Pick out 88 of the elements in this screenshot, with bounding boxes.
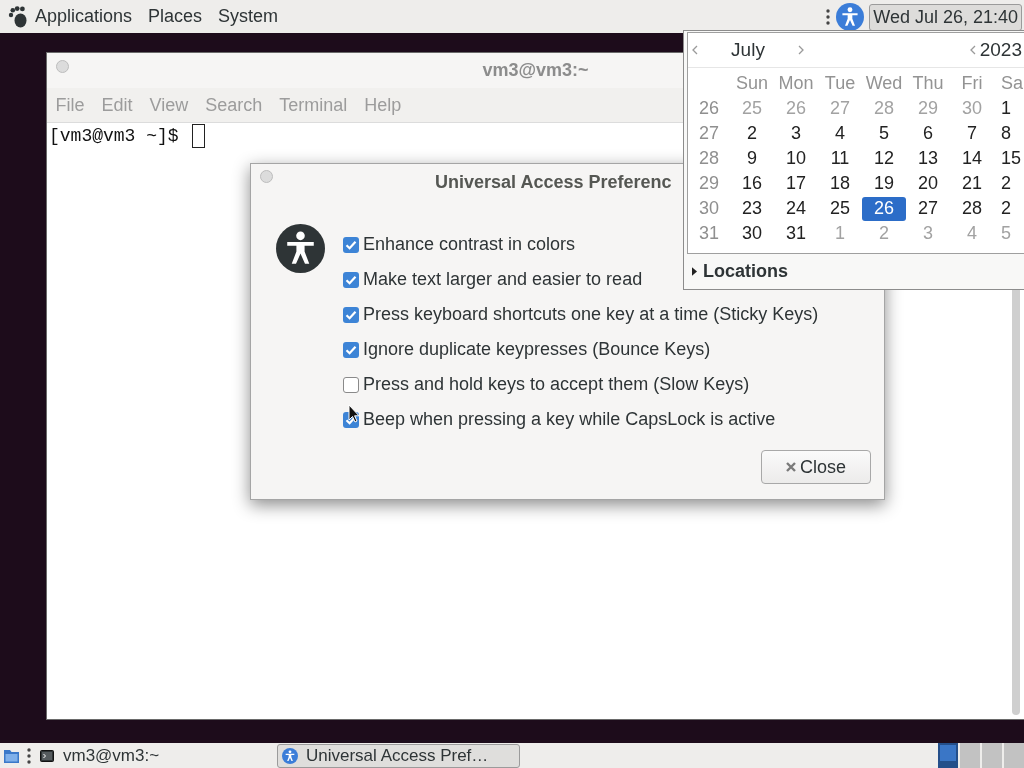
- calendar-day[interactable]: 5: [862, 121, 906, 146]
- chevron-right-icon: [798, 45, 804, 55]
- text-cursor: [191, 124, 205, 148]
- week-number: 28: [699, 148, 719, 169]
- calendar-day[interactable]: 16: [730, 171, 774, 196]
- calendar-day[interactable]: 2: [730, 121, 774, 146]
- window-title: vm3@vm3:~: [482, 60, 589, 80]
- week-number: 27: [699, 123, 719, 144]
- weekday-label: Tue: [824, 73, 856, 94]
- panel-menu[interactable]: Places: [140, 0, 211, 33]
- weekday-label: Wed: [865, 73, 903, 94]
- terminal-icon: [40, 749, 54, 762]
- circle-button[interactable]: [56, 59, 69, 73]
- checkbox[interactable]: [343, 376, 359, 393]
- calendar-day[interactable]: 23: [730, 196, 774, 221]
- calendar-day[interactable]: 27: [906, 196, 950, 221]
- calendar-day[interactable]: 28: [950, 196, 994, 221]
- accessibility-icon: [282, 747, 298, 764]
- weekday-label: Mon: [778, 73, 814, 94]
- panel-menu[interactable]: System: [210, 0, 287, 33]
- calendar-day[interactable]: 30: [730, 221, 774, 246]
- calendar-day[interactable]: 1: [1001, 96, 1011, 121]
- chevron-left-icon: [692, 45, 698, 55]
- checkbox[interactable]: [343, 236, 359, 253]
- week-number: 29: [699, 173, 719, 194]
- prompt-text: [vm3@vm3 ~]$: [49, 125, 179, 148]
- week-number: 31: [699, 223, 719, 244]
- locations-expander[interactable]: Locations: [684, 254, 1024, 289]
- calendar-day[interactable]: 24: [774, 196, 818, 221]
- year-label: 2023: [979, 39, 1022, 61]
- calendar-day[interactable]: 11: [818, 146, 862, 171]
- weekday-label: Thu: [912, 73, 944, 94]
- drag-handle-icon: [27, 747, 31, 764]
- clock-button[interactable]: Wed Jul 26, 21:40: [869, 3, 1022, 31]
- month-label: July: [731, 39, 765, 60]
- workspace-tile[interactable]: [960, 743, 980, 768]
- checkbox[interactable]: [343, 341, 359, 358]
- calendar-day[interactable]: 6: [906, 121, 950, 146]
- workspace-tile[interactable]: [938, 743, 958, 768]
- weekday-label: Fri: [961, 73, 983, 94]
- calendar-day[interactable]: 3: [774, 121, 818, 146]
- calendar-day[interactable]: 14: [950, 146, 994, 171]
- workspace-tile[interactable]: [1004, 743, 1024, 768]
- task-button[interactable]: Universal Access Pref…: [277, 743, 520, 768]
- checkbox-label: Ignore duplicate keypresses (Bounce Keys): [363, 339, 711, 360]
- calendar-day[interactable]: 17: [774, 171, 818, 196]
- calendar-day[interactable]: 10: [774, 146, 818, 171]
- checkbox-label: Beep when pressing a key while CapsLock is active: [363, 409, 776, 430]
- checkbox-label: Press keyboard shortcuts one key at a time (Sticky Keys): [363, 304, 819, 325]
- calendar-day[interactable]: 13: [906, 146, 950, 171]
- task-button[interactable]: vm3@vm3:~: [35, 743, 273, 768]
- dialog-title: Universal Access Preferenc: [435, 172, 672, 193]
- chevron-left-icon: [969, 45, 976, 55]
- calendar-day[interactable]: 2: [1001, 196, 1011, 221]
- folder-icon[interactable]: [3, 747, 20, 764]
- calendar-day[interactable]: 8: [1001, 121, 1011, 146]
- calendar-day[interactable]: 4: [818, 121, 862, 146]
- checkbox-label: Press and hold keys to accept them (Slow Keys): [363, 374, 750, 395]
- calendar-day[interactable]: 9: [730, 146, 774, 171]
- panel-menu[interactable]: Applications: [0, 0, 141, 33]
- calendar-day[interactable]: 21: [950, 171, 994, 196]
- checkbox-label: Enhance contrast in colors: [363, 234, 576, 255]
- checkbox-label: Make text larger and easier to read: [363, 269, 643, 290]
- close-icon: [786, 462, 796, 472]
- calendar-day[interactable]: 31: [774, 221, 818, 246]
- calendar-day[interactable]: 20: [906, 171, 950, 196]
- mouse-pointer-icon: [348, 404, 360, 423]
- calendar-day[interactable]: 12: [862, 146, 906, 171]
- calendar-day[interactable]: 26: [862, 196, 906, 221]
- workspace-tile[interactable]: [982, 743, 1002, 768]
- accessibility-icon: [276, 224, 325, 273]
- calendar-day[interactable]: 19: [862, 171, 906, 196]
- calendar-day[interactable]: 7: [950, 121, 994, 146]
- checkbox[interactable]: [343, 271, 359, 288]
- calendar-day[interactable]: 25: [818, 196, 862, 221]
- circle-button[interactable]: [260, 170, 273, 183]
- accessibility-icon[interactable]: [836, 2, 865, 31]
- close-button[interactable]: Close: [761, 450, 871, 484]
- week-number: 26: [699, 98, 719, 119]
- weekday-label: Sa: [1001, 73, 1024, 94]
- weekday-label: Sun: [736, 73, 768, 94]
- calendar-day[interactable]: 18: [818, 171, 862, 196]
- drag-handle-icon: [826, 8, 831, 25]
- checkbox[interactable]: [343, 306, 359, 323]
- calendar-day[interactable]: 2: [1001, 171, 1011, 196]
- week-number: 30: [699, 198, 719, 219]
- foot-icon: [8, 5, 28, 28]
- calendar-day[interactable]: 15: [1001, 146, 1022, 171]
